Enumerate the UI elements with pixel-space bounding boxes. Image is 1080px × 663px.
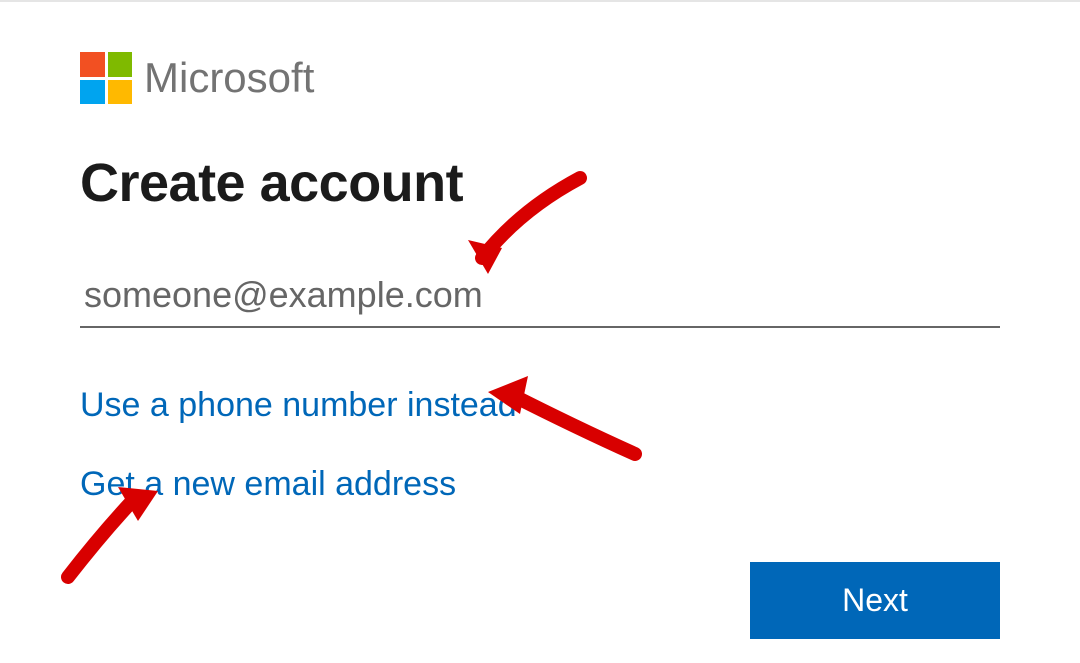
- email-input[interactable]: [80, 264, 1000, 328]
- brand-name: Microsoft: [144, 54, 314, 102]
- microsoft-logo-icon: [80, 52, 132, 104]
- page-title: Create account: [80, 152, 1000, 214]
- use-phone-link[interactable]: Use a phone number instead: [80, 386, 517, 425]
- brand-logo-row: Microsoft: [80, 52, 1000, 104]
- new-email-link[interactable]: Get a new email address: [80, 465, 456, 504]
- next-button[interactable]: Next: [750, 562, 1000, 639]
